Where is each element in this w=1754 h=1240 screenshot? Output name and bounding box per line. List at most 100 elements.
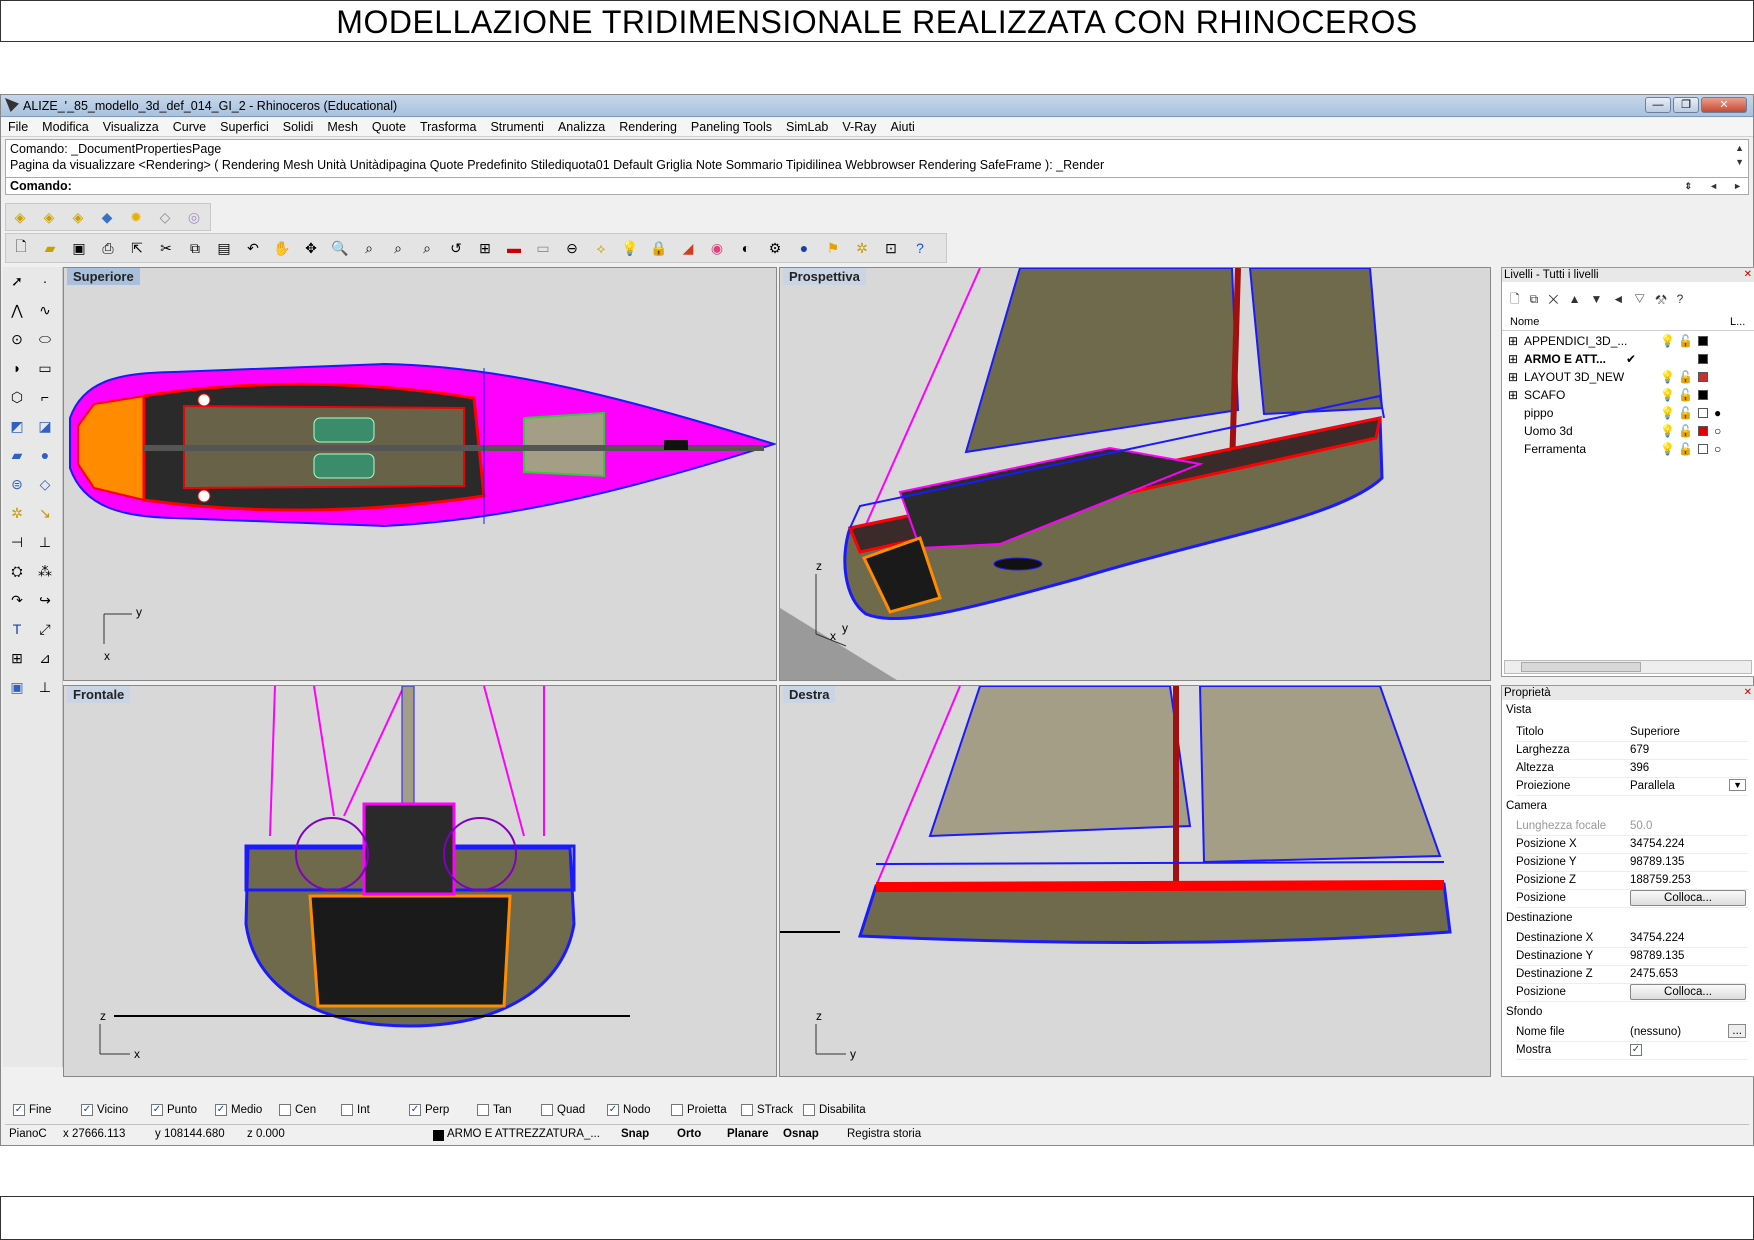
viewport-label-top[interactable]: Superiore [67,268,140,285]
layer-color-swatch[interactable] [1698,336,1708,346]
group-icon[interactable]: ⛭ [7,561,27,581]
light-bulb-icon[interactable]: 💡 [1660,334,1675,348]
color-wheel-icon[interactable]: ◉ [707,238,727,258]
osnap-tan[interactable]: Tan [477,1104,512,1116]
material-dot-icon[interactable]: ○ [1714,442,1721,456]
grid-snap-icon[interactable]: ⊡ [881,238,901,258]
print-icon[interactable]: ⎙ [98,238,118,258]
tag-icon[interactable]: ◈ [39,207,59,227]
prop-row-larghezza[interactable]: Larghezza 679 [1516,742,1748,760]
osnap-strack[interactable]: STrack [741,1104,793,1116]
snap-toggle[interactable]: Snap [621,1128,649,1140]
layer-color-swatch[interactable] [1698,408,1708,418]
menu-solidi[interactable]: Solidi [276,118,321,136]
menu-curve[interactable]: Curve [166,118,213,136]
viewport-perspective[interactable]: z x y Prospettiva [779,267,1491,681]
label-icon[interactable]: ◇ [155,207,175,227]
prop-row-titolo[interactable]: Titolo Superiore [1516,724,1748,742]
checkbox[interactable] [541,1104,553,1116]
prop-row-posizione-dest[interactable]: Posizione Colloca... [1516,984,1748,1002]
menu-simlab[interactable]: SimLab [779,118,835,136]
rectangle-icon[interactable]: ▭ [35,358,55,378]
viewport-label-perspective[interactable]: Prospettiva [783,268,866,285]
scale-icon[interactable]: ⤢ [35,619,55,639]
unlock-icon[interactable]: 🔓 [1678,388,1693,402]
osnap-punto[interactable]: ✓ Punto [151,1104,197,1116]
unlock-icon[interactable]: 🔓 [1678,334,1693,348]
osnap-medio[interactable]: ✓ Medio [215,1104,262,1116]
zoom-icon[interactable]: 🔍 [330,238,350,258]
osnap-proietta[interactable]: Proietta [671,1104,727,1116]
transform-gear-icon[interactable]: ✲ [7,503,27,523]
unlock-icon[interactable]: 🔓 [1678,370,1693,384]
prop-row-posizione-z[interactable]: Posizione Z 188759.253 [1516,872,1748,890]
viewport-front[interactable]: z x Frontale [63,685,777,1077]
layer-name[interactable]: SCAFO [1524,388,1565,402]
layout-icon[interactable]: ⊞ [7,648,27,668]
colloca-button[interactable]: Colloca... [1630,890,1746,906]
viewport-top[interactable]: y x Superiore [63,267,777,681]
box-icon[interactable]: ▰ [7,445,27,465]
current-layer[interactable]: ARMO E ATTREZZATURA_... [447,1128,600,1140]
menu-file[interactable]: File [1,118,35,136]
unlock-icon[interactable]: 🔓 [1678,424,1693,438]
restore-button[interactable]: ❐ [1673,97,1699,113]
pan-hand-icon[interactable]: ✋ [272,238,292,258]
osnap-fine[interactable]: ✓ Fine [13,1104,51,1116]
render-settings-icon[interactable]: ⚙ [765,238,785,258]
boolean-icon[interactable]: ● [35,445,55,465]
osnap-int[interactable]: Int [341,1104,370,1116]
prop-row-posizione-x[interactable]: Posizione X 34754.224 [1516,836,1748,854]
flag-icon[interactable]: ⚑ [823,238,843,258]
text-icon[interactable]: T [7,619,27,639]
cylinder-icon[interactable]: ⊜ [7,474,27,494]
unlock-icon[interactable]: 🔓 [1678,406,1693,420]
paste-icon[interactable]: ▤ [214,238,234,258]
layer-color-swatch[interactable] [1698,444,1708,454]
layer-row[interactable]: ⊞ LAYOUT 3D_NEW 💡 🔓 [1502,368,1754,386]
layers-hscrollbar[interactable] [1504,660,1752,674]
viewport-label-right[interactable]: Destra [783,686,836,703]
expand-icon[interactable]: ⊞ [1508,334,1518,348]
spin-icon[interactable]: ⇕ [1684,181,1692,192]
copy-icon[interactable]: ⧉ [185,238,205,258]
colloca-button[interactable]: Colloca... [1630,984,1746,1000]
layer-color-swatch[interactable] [1698,390,1708,400]
layer-color-swatch[interactable] [1698,354,1708,364]
menu-aiuti[interactable]: Aiuti [883,118,921,136]
surface-icon[interactable]: ◩ [7,416,27,436]
menu-rendering[interactable]: Rendering [612,118,684,136]
column-header-l[interactable]: L... [1730,316,1745,328]
minimize-button[interactable]: — [1645,97,1671,113]
prop-row-nome-file[interactable]: Nome file (nessuno)... [1516,1024,1748,1042]
checkbox[interactable]: ✓ [81,1104,93,1116]
ruler-icon[interactable]: ⊥ [35,677,55,697]
checkbox[interactable]: ✓ [607,1104,619,1116]
menu-paneling-tools[interactable]: Paneling Tools [684,118,779,136]
material-dot-icon[interactable]: ○ [1714,424,1721,438]
expand-icon[interactable]: ⊞ [1508,370,1518,384]
checkbox[interactable] [671,1104,683,1116]
cplane-indicator[interactable]: PianoC [9,1128,47,1140]
prop-row-mostra[interactable]: Mostra ✓ [1516,1042,1748,1060]
layer-name[interactable]: Ferramenta [1524,442,1586,456]
trim-icon[interactable]: ↷ [7,590,27,610]
close-button[interactable]: ✕ [1701,97,1747,113]
prop-row-altezza[interactable]: Altezza 396 [1516,760,1748,778]
layer-tools-icon[interactable]: 🗋⧉✕▲▼◄▽⚒? [1510,290,1693,311]
array-icon[interactable]: ⁂ [35,561,55,581]
extrude-icon[interactable]: ◪ [35,416,55,436]
menu-analizza[interactable]: Analizza [551,118,612,136]
cut-icon[interactable]: ✂ [156,238,176,258]
material-dot-icon[interactable]: ● [1714,406,1721,420]
layer-row[interactable]: Uomo 3d 💡 🔓 ○ [1502,422,1754,440]
gumball-icon[interactable]: ⟡ [591,238,611,258]
layer-name[interactable]: ARMO E ATT... [1524,352,1606,366]
history-forward-icon[interactable]: ► [1733,181,1742,191]
checkbox[interactable] [803,1104,815,1116]
arc-icon[interactable]: ◗ [7,358,27,378]
layer-row[interactable]: ⊞ ARMO E ATT... ✔ [1502,350,1754,368]
cplane-icon[interactable]: ⊖ [562,238,582,258]
cube-view-icon[interactable]: ▣ [7,677,27,697]
command-input[interactable]: Comando: ⇕ ◄ ► [5,177,1749,195]
